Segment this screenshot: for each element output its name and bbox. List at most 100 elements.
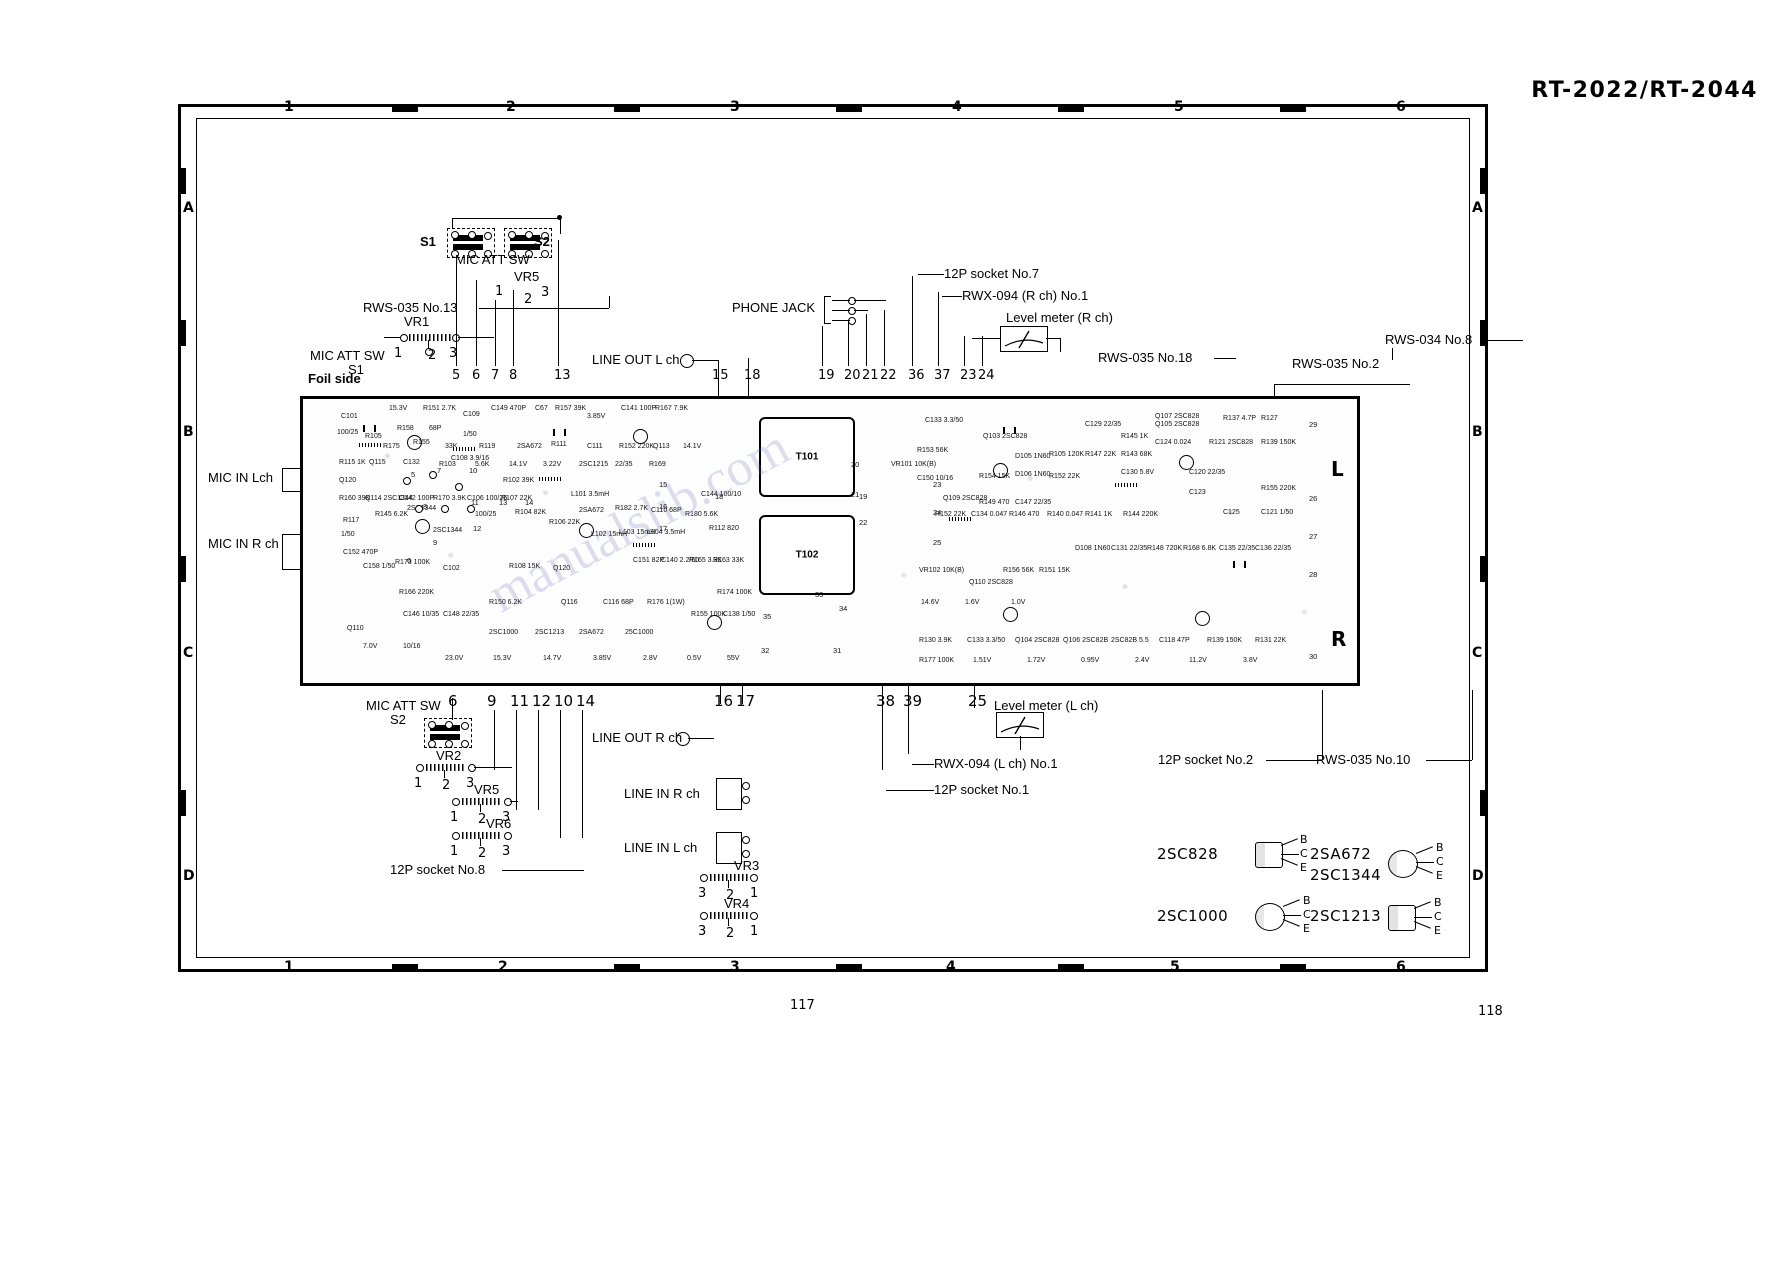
vr1-symbol[interactable] [384, 332, 494, 356]
transistor-body [1003, 607, 1018, 622]
resistor-body [539, 477, 563, 481]
pin-top-15: 15 [712, 368, 729, 383]
cmp-label-r: R144 220K [1123, 511, 1159, 518]
cmp-label-r: C136 22/35 [1255, 545, 1292, 552]
board-channel-l: L [1331, 457, 1344, 481]
cmp-label-r: Q103 2SC828 [983, 433, 1028, 440]
label-level-meter-l: Level meter (L ch) [994, 698, 1099, 713]
legend-package-2sc1213 [1388, 905, 1416, 931]
line-in-l-contact [742, 850, 750, 858]
frame-row-left-a: A [183, 200, 194, 216]
cmp-label: Q116 [561, 599, 578, 606]
leader-rwx-094-r [942, 296, 962, 297]
cmp-label: C111 [587, 443, 603, 450]
cmp-label-r: R143 68K [1121, 451, 1153, 458]
label-level-meter-r: Level meter (R ch) [1006, 310, 1113, 325]
phone-jack-lead [832, 300, 850, 301]
board-marker-mid: 15 [659, 480, 668, 489]
cmp-label-r: 14.6V [921, 599, 940, 606]
leader-rws-035-no2-h [1274, 384, 1410, 385]
frame-tick-bottom-3 [836, 964, 862, 972]
legend-name-2sc1213: 2SC1213 [1310, 907, 1382, 925]
cmp-label: 2SC1000 [489, 629, 519, 636]
cmp-label-r: C124 0.024 [1155, 439, 1192, 446]
cmp-label: R167 7.9K [655, 405, 689, 412]
mic-att-sw-s2-body-bottom[interactable] [424, 718, 472, 748]
cmp-label: R158 [397, 425, 414, 432]
frame-tick-left-b [178, 320, 186, 346]
vr6-symbol[interactable] [452, 830, 548, 846]
cmp-label: C138 1/50 [723, 611, 756, 618]
board-pad [415, 505, 423, 513]
vr2-terminal-dot-3 [468, 764, 476, 772]
pcb-foil-layout[interactable]: L R T101 T102 C101 100/25 R105 15.3V R15… [300, 396, 1360, 686]
board-marker-right: 28 [1309, 570, 1318, 579]
vr5b-terminal-1: 1 [450, 810, 459, 825]
level-meter-r-lead2 [1046, 338, 1060, 339]
vr4-label: VR4 [724, 896, 750, 911]
drop-36 [912, 276, 913, 366]
transformer-t101: T101 [759, 417, 855, 497]
level-meter-l-symbol [996, 712, 1044, 738]
board-marker: 13 [499, 498, 508, 507]
leader-rws-034-no8 [1483, 340, 1523, 341]
cmp-label: C116 68P [603, 599, 634, 606]
vr3-terminal-dot-3 [700, 874, 708, 882]
board-marker-mid: 20 [851, 460, 860, 469]
vr2-symbol[interactable] [416, 762, 512, 778]
sw-bus-drop-2 [560, 218, 561, 234]
cmp-label: 3.85V [587, 413, 606, 420]
drop-37 [938, 292, 939, 366]
cmp-label: Q120 [339, 477, 357, 484]
vr3-terminal-3: 3 [698, 886, 707, 901]
cmp-label-r: C118 47P [1159, 637, 1190, 644]
board-channel-r: R [1331, 627, 1347, 651]
cmp-label: C141 100P [621, 405, 657, 412]
vr5-symbol-bottom[interactable] [452, 796, 548, 812]
cmp-label-r: D105 1N60 [1015, 453, 1051, 460]
cmp-label: R169 [649, 461, 666, 468]
pin-top-5: 5 [452, 368, 461, 383]
pin-top-37: 37 [934, 368, 951, 383]
vr3-symbol[interactable] [700, 872, 780, 888]
drop-19 [822, 326, 823, 366]
mic-att-sw-s2-ref: S2 [390, 712, 406, 727]
sw-pad [484, 232, 492, 240]
cmp-label-r: C121 1/50 [1261, 509, 1294, 516]
foil-side-label: Foil side [308, 371, 361, 386]
legend-pin-b: B [1434, 896, 1442, 909]
label-mic-in-l: MIC IN Lch [208, 470, 274, 485]
vr4-terminal-dot-1 [750, 912, 758, 920]
frame-tick-left-a [178, 168, 186, 194]
cmp-label-r: R152 22K [1049, 473, 1081, 480]
label-rwx-094-l: RWX-094 (L ch) No.1 [934, 756, 1058, 771]
label-line-in-l: LINE IN L ch [624, 840, 698, 855]
sw-pad [445, 740, 453, 748]
route-10 [560, 710, 561, 838]
vr5b-track [462, 798, 502, 805]
board-pad [455, 483, 463, 491]
cmp-label: 2SC1213 [535, 629, 565, 636]
transformer-t102: T102 [759, 515, 855, 595]
legend-pin-line [1414, 917, 1432, 918]
cmp-label: C146 10/35 [403, 611, 440, 618]
frame-tick-right-c [1480, 556, 1488, 582]
transistor-body [415, 519, 430, 534]
route-38 [882, 686, 883, 770]
route-39 [908, 686, 909, 754]
cmp-label-r: VR101 10K(B) [891, 461, 937, 468]
board-marker: 10 [469, 466, 478, 475]
legend-pin-e: E [1300, 861, 1307, 874]
cmp-label-r: R141 1K [1085, 511, 1113, 518]
vr5-terminal-3: 3 [541, 285, 550, 300]
board-marker: 8 [423, 502, 428, 511]
board-marker-mid: 17 [659, 524, 668, 533]
frame-tick-bottom-2 [614, 964, 640, 972]
cmp-label-r: C130 5.8V [1121, 469, 1155, 476]
level-meter-r-symbol [1000, 326, 1048, 352]
cmp-label-r: R130 3.9K [919, 637, 953, 644]
cmp-label-r: 11.2V [1189, 657, 1207, 664]
route-16 [720, 686, 721, 704]
pin-bottom-9: 9 [487, 692, 497, 710]
vr4-symbol[interactable] [700, 910, 780, 926]
